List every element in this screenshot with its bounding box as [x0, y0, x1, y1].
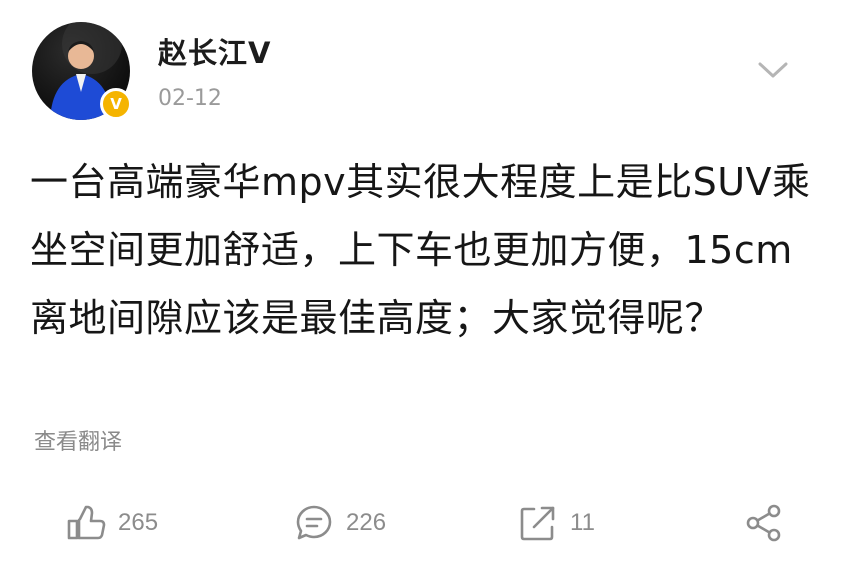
comment-count: 226 [346, 509, 387, 536]
share-button[interactable] [744, 498, 784, 548]
translate-link[interactable]: 查看翻译 [34, 424, 122, 456]
repost-button[interactable]: 11 [518, 498, 595, 548]
post-header: V 赵长江V 02-12 [0, 0, 852, 130]
chevron-down-icon[interactable] [756, 58, 790, 82]
comment-icon [296, 505, 332, 540]
post-date: 02-12 [158, 86, 222, 111]
share-icon [746, 504, 781, 542]
comment-button[interactable]: 226 [294, 498, 386, 548]
action-bar: 265 226 11 [0, 490, 852, 560]
repost-icon [520, 506, 555, 541]
verified-badge-icon: V [100, 88, 132, 120]
author-name[interactable]: 赵长江V [158, 30, 271, 72]
like-button[interactable]: 265 [66, 498, 158, 548]
like-count: 265 [118, 509, 159, 536]
repost-count: 11 [570, 509, 595, 536]
thumbs-up-icon [67, 505, 106, 540]
post-text: 一台高端豪华mpv其实很大程度上是比SUV乘坐空间更加舒适，上下车也更加方便，1… [30, 160, 811, 340]
